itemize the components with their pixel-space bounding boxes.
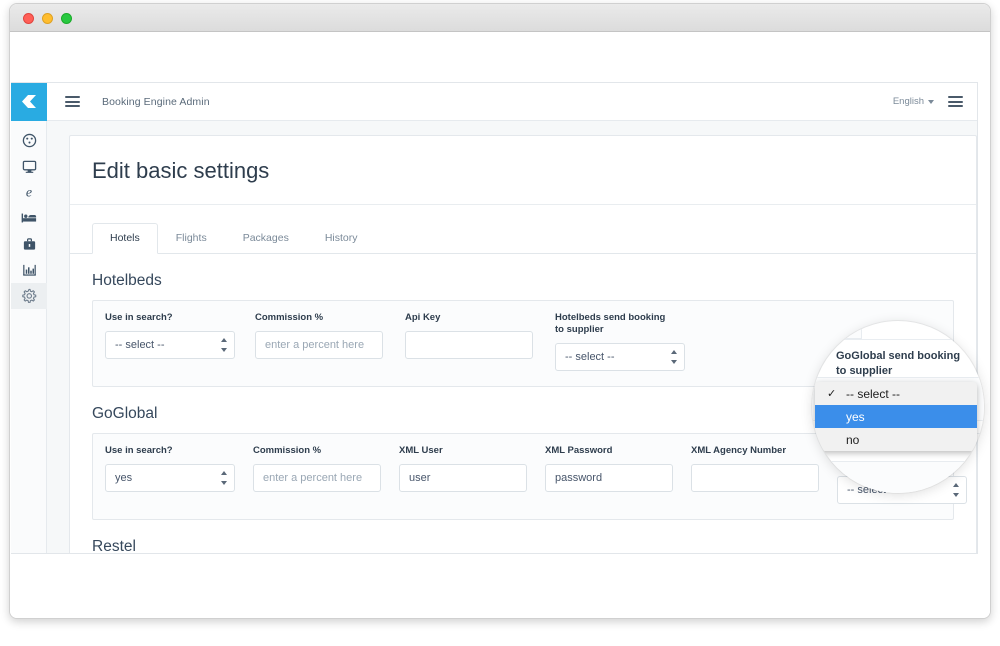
tab-packages[interactable]: Packages — [225, 223, 307, 254]
user-menu-button[interactable] — [948, 94, 963, 110]
field-label: XML Password — [545, 444, 613, 456]
page-title: Edit basic settings — [70, 136, 976, 205]
select-spinner-icon — [220, 470, 227, 485]
goglobal-xml-agency-number-input[interactable] — [691, 463, 819, 492]
field-label: Commission % — [253, 444, 322, 456]
language-label: English — [892, 96, 924, 107]
menu-toggle-button[interactable] — [65, 94, 80, 110]
field-label: Use in search? — [105, 444, 173, 456]
field-label: XML User — [399, 444, 443, 456]
window-titlebar — [10, 4, 990, 32]
window-controls — [23, 13, 72, 24]
sidebar-item-reports[interactable] — [11, 257, 47, 283]
dropdown-option-yes[interactable]: yes — [815, 405, 977, 428]
gear-icon — [22, 288, 37, 303]
navbar-right: English — [893, 94, 963, 110]
field-api-key: Api Key — [405, 312, 555, 371]
tab-hotels[interactable]: Hotels — [92, 223, 158, 254]
magnifier-callout: GoGlobal send booking to supplier -- sel… — [812, 321, 984, 493]
hotelbeds-send-booking-select[interactable]: -- select -- — [555, 342, 685, 371]
select-spinner-icon — [220, 338, 227, 352]
dropdown-option-select[interactable]: -- select -- — [815, 382, 977, 405]
maximize-window-button[interactable] — [61, 13, 72, 24]
sidebar-item-dashboard[interactable] — [11, 127, 47, 153]
monitor-icon — [22, 160, 36, 173]
sidebar-item-packages[interactable] — [11, 231, 47, 257]
sidebar-item-settings[interactable] — [11, 283, 47, 309]
field-use-in-search: Use in search? -- select -- — [105, 312, 255, 371]
field-commission: Commission % — [253, 445, 399, 504]
svg-text:e: e — [26, 186, 32, 201]
dropdown-option-no[interactable]: no — [815, 428, 977, 451]
briefcase-icon — [23, 237, 35, 250]
chevron-logo-icon — [22, 95, 36, 108]
field-xml-user: XML User — [399, 445, 545, 504]
sidebar-item-monitor[interactable] — [11, 153, 47, 179]
section-title: Hotelbeds — [92, 272, 162, 289]
chevron-down-icon — [928, 99, 934, 104]
tab-bar: Hotels Flights Packages History — [70, 205, 976, 254]
close-window-button[interactable] — [23, 13, 34, 24]
language-selector[interactable]: English — [893, 96, 934, 107]
field-label: Hotelbeds send booking to supplier — [555, 312, 666, 335]
bar-chart-icon — [22, 264, 36, 276]
goglobal-commission-input[interactable] — [253, 463, 381, 492]
field-label: Commission % — [255, 312, 324, 323]
field-label: Api Key — [405, 312, 441, 323]
magnifier-dropdown-menu: -- select -- yes no — [815, 382, 977, 451]
goglobal-xml-password-input[interactable] — [545, 463, 673, 492]
select-wrapper: -- select -- — [555, 342, 685, 371]
field-xml-password: XML Password — [545, 445, 691, 504]
brand-title: Booking Engine Admin — [102, 95, 210, 108]
tab-history[interactable]: History — [307, 223, 376, 254]
sidebar-item-hotels[interactable] — [11, 205, 47, 231]
dashboard-gauge-icon — [22, 133, 36, 147]
goglobal-use-in-search-select[interactable]: yes — [105, 463, 235, 492]
field-use-in-search: Use in search? yes — [105, 445, 253, 504]
internet-explorer-e-icon: e — [26, 186, 32, 201]
field-label: XML Agency Number — [691, 444, 787, 456]
minimize-window-button[interactable] — [42, 13, 53, 24]
section-restel: Restel Use in search? -- select -- Co — [70, 538, 976, 554]
hotelbeds-api-key-input[interactable] — [405, 331, 533, 359]
section-title: Restel — [92, 537, 136, 554]
field-label: Use in search? — [105, 312, 173, 323]
top-navbar: Booking Engine Admin English — [47, 83, 977, 121]
field-send-booking: Hotelbeds send booking to supplier -- se… — [555, 312, 705, 371]
select-wrapper: yes — [105, 463, 235, 492]
magnifier-field-label: GoGlobal send booking to supplier — [836, 350, 961, 377]
sidebar: e — [11, 83, 47, 553]
select-spinner-icon — [670, 349, 677, 364]
browser-window: e Booking Engine Admin English Edit basi… — [9, 3, 991, 619]
bed-icon — [21, 213, 37, 223]
sidebar-item-browser[interactable]: e — [11, 179, 47, 205]
hotelbeds-use-in-search-select[interactable]: -- select -- — [105, 331, 235, 359]
sidebar-items: e — [11, 121, 47, 309]
tab-flights[interactable]: Flights — [158, 223, 225, 254]
select-wrapper: -- select -- — [105, 331, 235, 359]
field-commission: Commission % — [255, 312, 405, 371]
hotelbeds-commission-input[interactable] — [255, 331, 383, 359]
app-logo[interactable] — [11, 83, 47, 121]
goglobal-xml-user-input[interactable] — [399, 463, 527, 492]
